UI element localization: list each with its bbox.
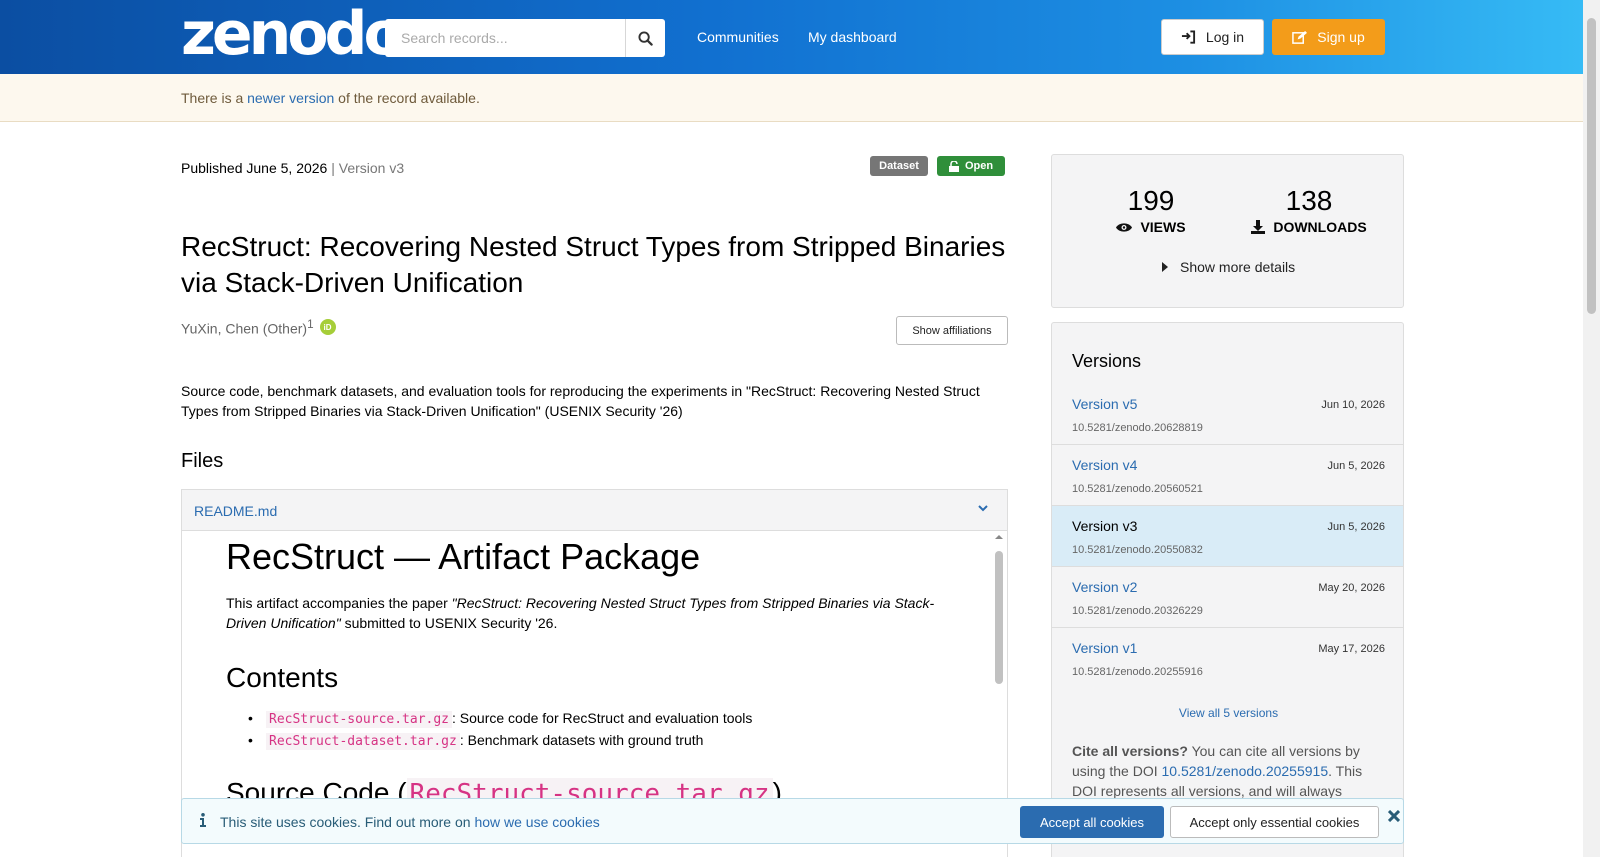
page-scroll-thumb[interactable] [1587,18,1596,314]
version-row-v1[interactable]: Version v1 May 17, 2026 10.5281/zenodo.2… [1052,628,1403,689]
zenodo-logo[interactable]: zenodo [181,4,405,64]
concept-doi-link[interactable]: 10.5281/zenodo.20255915 [1162,763,1329,779]
resource-type-badge: Dataset [870,156,928,176]
version-row-v5[interactable]: Version v5 Jun 10, 2026 10.5281/zenodo.2… [1052,384,1403,445]
site-header: zenodo Communities My dashboard Log in S… [0,0,1583,74]
access-badge: Open [937,156,1005,176]
orcid-icon[interactable]: iD [319,319,336,336]
readme-scroll-thumb[interactable] [995,551,1003,684]
search-box [385,19,665,57]
show-affiliations-button[interactable]: Show affiliations [896,316,1008,345]
files-heading: Files [181,450,224,472]
show-more-details-toggle[interactable]: Show more details [1162,259,1295,275]
info-icon [200,813,206,827]
versions-panel: Versions Version v5 Jun 10, 2026 10.5281… [1051,322,1404,857]
versions-heading: Versions [1072,351,1142,371]
version-link[interactable]: Version v5 [1072,396,1137,412]
accept-essential-cookies-button[interactable]: Accept only essential cookies [1170,806,1379,838]
publication-info: Published June 5, 2026 | Version v3 [181,160,404,176]
version-link[interactable]: Version v1 [1072,640,1137,656]
readme-contents-heading: Contents [226,662,339,693]
readme-filename[interactable]: README.md [194,503,277,519]
record-title: RecStruct: Recovering Nested Struct Type… [181,231,1006,298]
edit-icon [1292,30,1308,44]
scroll-up-icon[interactable] [992,533,1006,541]
sign-in-icon [1181,30,1195,44]
login-label: Log in [1205,29,1245,45]
close-icon[interactable] [1388,810,1400,822]
search-button[interactable] [625,19,665,57]
download-icon [1251,220,1266,234]
nav-my-dashboard[interactable]: My dashboard [808,29,897,45]
list-item: RecStruct-dataset.tar.gz: Benchmark data… [226,730,752,752]
view-all-versions-link[interactable]: View all 5 versions [1052,706,1403,720]
list-item: RecStruct-source.tar.gz: Source code for… [226,708,752,730]
published-date: Published June 5, 2026 [181,160,328,176]
readme-h1: RecStruct — Artifact Package [226,536,701,577]
version-link[interactable]: Version v4 [1072,457,1137,473]
downloads-count: 138 [1285,185,1333,216]
notice-text: There is a newer version of the record a… [181,90,480,106]
version-date: Jun 10, 2026 [1321,399,1385,411]
caret-right-icon [1162,262,1168,272]
author-name[interactable]: YuXin, Chen (Other)1 [181,318,314,337]
version-label: | Version v3 [331,160,405,176]
version-link[interactable]: Version v2 [1072,579,1137,595]
version-row-v3-current[interactable]: Version v3 Jun 5, 2026 10.5281/zenodo.20… [1052,506,1403,567]
chevron-down-icon[interactable] [977,502,989,514]
version-doi: 10.5281/zenodo.20628819 [1072,422,1203,434]
version-doi: 10.5281/zenodo.20255916 [1072,666,1203,678]
version-date: May 17, 2026 [1318,643,1385,655]
version-row-v2[interactable]: Version v2 May 20, 2026 10.5281/zenodo.2… [1052,567,1403,628]
cookie-policy-link[interactable]: how we use cookies [474,814,599,830]
record-description: Source code, benchmark datasets, and eva… [181,383,980,419]
stats-panel: 199 VIEWS 138 DOWNLOADS Show more detail… [1051,154,1404,308]
version-date: Jun 5, 2026 [1327,460,1386,472]
search-icon [638,30,653,46]
search-input[interactable] [385,19,625,57]
views-count: 199 [1127,185,1175,216]
version-date: May 20, 2026 [1318,582,1385,594]
eye-icon [1116,222,1133,232]
downloads-label: DOWNLOADS [1229,219,1389,235]
readme-intro: This artifact accompanies the paper "Rec… [226,595,935,631]
views-label: VIEWS [1071,219,1231,235]
cookie-message: This site uses cookies. Find out more on… [220,814,600,830]
cookie-banner: This site uses cookies. Find out more on… [181,798,1404,844]
login-button[interactable]: Log in [1161,19,1264,55]
version-doi: 10.5281/zenodo.20560521 [1072,483,1203,495]
nav-communities[interactable]: Communities [697,29,779,45]
version-link[interactable]: Version v3 [1072,518,1137,534]
access-label: Open [964,160,994,172]
version-row-v4[interactable]: Version v4 Jun 5, 2026 10.5281/zenodo.20… [1052,445,1403,506]
signup-label: Sign up [1317,29,1365,45]
version-doi: 10.5281/zenodo.20550832 [1072,544,1203,556]
page-scrollbar[interactable] [1583,0,1600,857]
signup-button[interactable]: Sign up [1272,19,1385,55]
version-date: Jun 5, 2026 [1327,521,1386,533]
version-doi: 10.5281/zenodo.20326229 [1072,605,1203,617]
unlock-icon [948,160,959,172]
newer-version-notice: There is a newer version of the record a… [0,74,1583,122]
readme-contents-list: RecStruct-source.tar.gz: Source code for… [226,708,752,752]
file-preview-header[interactable]: README.md [181,489,1008,531]
cite-all-versions-text: Cite all versions? You can cite all vers… [1072,743,1363,799]
author-list: YuXin, Chen (Other)1 iD [181,318,336,337]
accept-all-cookies-button[interactable]: Accept all cookies [1020,806,1164,838]
newer-version-link[interactable]: newer version [247,90,334,106]
